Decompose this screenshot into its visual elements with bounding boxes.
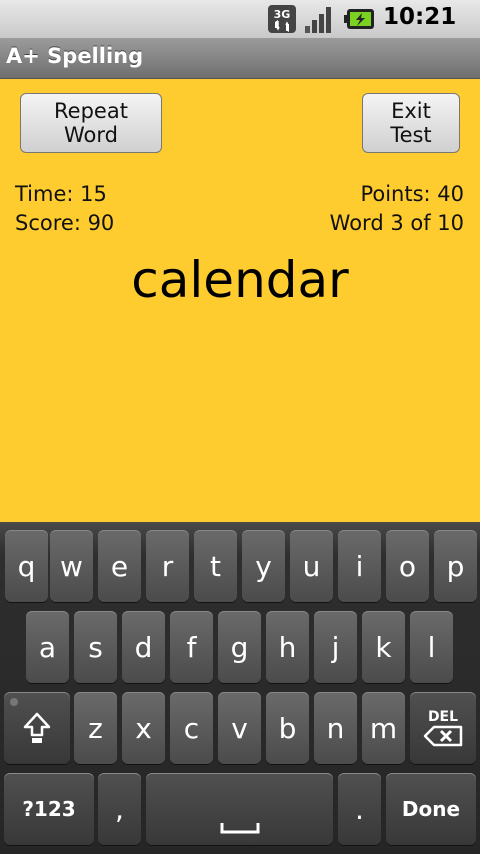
exit-test-button[interactable]: Exit Test xyxy=(362,93,460,153)
signal-icon xyxy=(305,7,331,33)
key-r[interactable]: r xyxy=(146,530,189,602)
shift-indicator xyxy=(10,698,18,706)
key-v[interactable]: v xyxy=(218,692,261,764)
key-a[interactable]: a xyxy=(26,611,69,683)
key-u[interactable]: u xyxy=(290,530,333,602)
key-o[interactable]: o xyxy=(386,530,429,602)
word-progress-label: Word 3 of 10 xyxy=(329,211,464,235)
app-title: A+ Spelling xyxy=(6,44,144,68)
space-key[interactable] xyxy=(146,773,333,845)
key-x[interactable]: x xyxy=(122,692,165,764)
title-bar: A+ Spelling xyxy=(0,38,480,79)
period-key[interactable]: . xyxy=(338,773,381,845)
score-label: Score: 90 xyxy=(15,211,115,235)
key-n[interactable]: n xyxy=(314,692,357,764)
comma-key[interactable]: , xyxy=(98,773,141,845)
key-g[interactable]: g xyxy=(218,611,261,683)
delete-label: DEL xyxy=(427,709,459,725)
key-k[interactable]: k xyxy=(362,611,405,683)
battery-charging-icon xyxy=(344,9,374,29)
backspace-icon xyxy=(423,725,463,747)
key-b[interactable]: b xyxy=(266,692,309,764)
key-e[interactable]: e xyxy=(98,530,141,602)
svg-text:3G: 3G xyxy=(274,8,291,21)
points-label: Points: 40 xyxy=(360,182,464,206)
key-y[interactable]: y xyxy=(242,530,285,602)
test-screen: Repeat Word Exit Test Time: 15 Score: 90… xyxy=(0,79,480,522)
key-m[interactable]: m xyxy=(362,692,405,764)
status-bar: 3G 10:21 PM xyxy=(0,0,480,54)
symbols-key[interactable]: ?123 xyxy=(4,773,94,845)
current-word: calendar xyxy=(131,251,349,309)
3g-icon: 3G xyxy=(268,5,296,33)
key-j[interactable]: j xyxy=(314,611,357,683)
time-label: Time: 15 xyxy=(15,182,107,206)
key-w[interactable]: w xyxy=(50,530,93,602)
key-f[interactable]: f xyxy=(170,611,213,683)
key-l[interactable]: l xyxy=(410,611,453,683)
delete-key[interactable]: DEL xyxy=(410,692,476,764)
repeat-word-button[interactable]: Repeat Word xyxy=(20,93,162,153)
key-s[interactable]: s xyxy=(74,611,117,683)
key-c[interactable]: c xyxy=(170,692,213,764)
space-icon xyxy=(220,823,259,834)
key-t[interactable]: t xyxy=(194,530,237,602)
done-key[interactable]: Done xyxy=(386,773,476,845)
shift-icon xyxy=(23,712,51,743)
key-q[interactable]: q xyxy=(5,530,48,602)
key-i[interactable]: i xyxy=(338,530,381,602)
soft-keyboard: q w e r t y u i o p a s d f g h j k l z … xyxy=(0,522,480,854)
key-z[interactable]: z xyxy=(74,692,117,764)
key-d[interactable]: d xyxy=(122,611,165,683)
key-p[interactable]: p xyxy=(434,530,477,602)
key-h[interactable]: h xyxy=(266,611,309,683)
